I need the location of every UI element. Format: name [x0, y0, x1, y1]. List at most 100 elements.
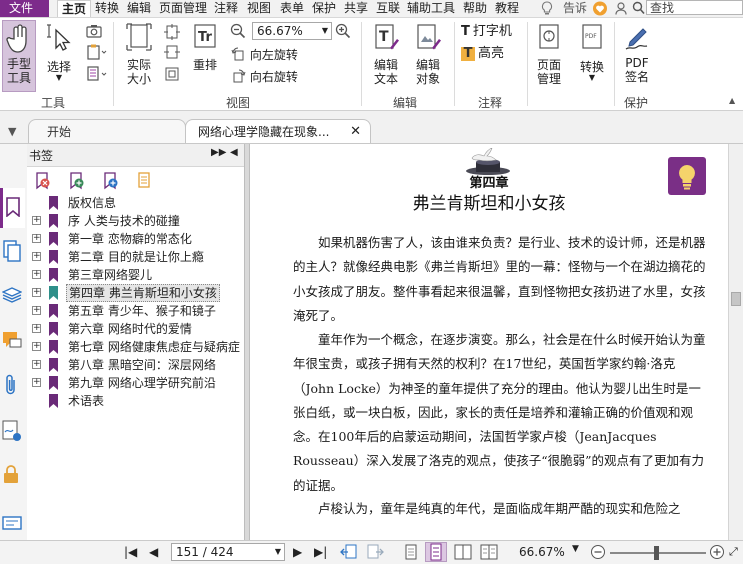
zoom-slider-handle[interactable] — [654, 546, 659, 560]
previous-page-icon[interactable]: ◀ — [149, 545, 158, 559]
highlight-button[interactable]: T 高亮 — [461, 46, 504, 61]
menu-comment[interactable]: 注释 — [214, 0, 238, 17]
menu-edit[interactable]: 编辑 — [127, 0, 151, 17]
menu-accessibility[interactable]: 辅助工具 — [407, 0, 455, 17]
rotate-left-button[interactable]: 向左旋转 — [231, 47, 298, 63]
menu-protect[interactable]: 保护 — [312, 0, 336, 17]
collapse-ribbon-icon[interactable]: ▲ — [729, 96, 735, 105]
expand-icon[interactable]: + — [32, 288, 41, 297]
expand-icon[interactable]: + — [32, 234, 41, 243]
menu-tutorial[interactable]: 教程 — [495, 0, 519, 17]
tab-document[interactable]: 网络心理学隐藏在现象... ✕ — [185, 119, 371, 143]
page-management-button[interactable]: 页面 管理 — [530, 22, 568, 92]
select-button[interactable]: 选择 ▼ — [43, 22, 75, 92]
last-page-icon[interactable]: ▶| — [314, 545, 327, 559]
expand-icon[interactable]: + — [32, 252, 41, 261]
pdf-sign-button[interactable]: PDF 签名 — [619, 22, 655, 92]
menu-convert[interactable]: 转换 — [95, 0, 119, 17]
vertical-scrollbar[interactable] — [728, 144, 743, 540]
expand-icon[interactable]: + — [32, 270, 41, 279]
menu-form[interactable]: 表单 — [280, 0, 304, 17]
zoom-slider[interactable] — [610, 546, 706, 560]
snapshot-icon[interactable] — [86, 24, 102, 41]
lock-icon[interactable] — [3, 464, 19, 487]
tell-me-label[interactable]: 告诉 — [563, 0, 587, 17]
bookmark-item-selected[interactable]: + 第四章 弗兰肯斯坦和小女孩 — [27, 284, 242, 302]
facing-view-icon[interactable] — [454, 544, 472, 563]
convert-button[interactable]: PDF 转换 ▼ — [574, 22, 610, 92]
bookmark-item[interactable]: 版权信息 — [27, 194, 242, 212]
zoom-out-icon[interactable] — [590, 544, 606, 563]
zoom-in-icon[interactable] — [709, 544, 725, 563]
menu-help[interactable]: 帮助 — [463, 0, 487, 17]
zoom-in-icon[interactable] — [335, 23, 351, 42]
zoom-select[interactable]: 66.67% ▼ — [252, 22, 332, 40]
bookmarks-panel-button[interactable] — [0, 188, 25, 228]
chevron-down-icon[interactable]: ▼ — [572, 544, 579, 554]
bookmark-options-icon[interactable] — [137, 172, 153, 193]
collapse-panel-icon[interactable]: ◀ — [230, 147, 238, 158]
expand-icon[interactable]: + — [32, 378, 41, 387]
expand-panel-icon[interactable]: ▶▶ — [211, 147, 226, 158]
attachment-icon[interactable] — [3, 374, 19, 399]
bookmark-item[interactable]: + 第七章 网络健康焦虑症与疑病症 — [27, 338, 242, 356]
rotate-right-button[interactable]: 向右旋转 — [231, 69, 298, 85]
search-input[interactable]: 查找 — [646, 0, 743, 15]
bookmark-item[interactable]: + 第五章 青少年、猴子和镜子 — [27, 302, 242, 320]
bookmark-item[interactable]: + 第三章网络婴儿 — [27, 266, 242, 284]
comments-icon[interactable] — [2, 330, 22, 353]
zoom-level-value[interactable]: 66.67% — [519, 545, 565, 559]
bookmark-item[interactable]: + 第八章 黑暗空间：深层网络 — [27, 356, 242, 374]
expand-icon[interactable]: + — [32, 324, 41, 333]
zoom-tool-icon[interactable] — [86, 66, 108, 85]
menu-file[interactable]: 文件 — [0, 0, 49, 17]
delete-bookmark-icon[interactable] — [35, 172, 51, 193]
page-thumbnails-icon[interactable] — [3, 240, 21, 265]
account-icon[interactable] — [615, 2, 627, 18]
document-page[interactable]: 第四章 弗兰肯斯坦和小女孩 如果机器伤害了人，该由谁来负责？是行业、技术的设计师… — [250, 144, 728, 540]
heart-icon[interactable] — [592, 1, 608, 19]
fit-width-icon[interactable] — [164, 44, 180, 63]
bookmark-item[interactable]: + 第六章 网络时代的爱情 — [27, 320, 242, 338]
search-icon[interactable] — [632, 1, 645, 18]
bookmark-item[interactable]: + 第九章 网络心理学研究前沿 — [27, 374, 242, 392]
smart-assistant-button[interactable] — [668, 157, 706, 195]
bookmark-item[interactable]: + 第二章 目的就是让你上瘾 — [27, 248, 242, 266]
expand-icon[interactable]: + — [32, 216, 41, 225]
bookmark-item[interactable]: + 第一章 恋物癖的常态化 — [27, 230, 242, 248]
layers-icon[interactable] — [1, 286, 23, 307]
continuous-facing-view-icon[interactable] — [480, 544, 498, 563]
zoom-out-icon[interactable] — [230, 23, 246, 42]
page-number-field[interactable]: 151 / 424 ▼ — [171, 543, 285, 561]
continuous-view-button[interactable] — [425, 542, 447, 562]
next-page-icon[interactable]: ▶ — [293, 545, 302, 559]
add-child-bookmark-icon[interactable] — [103, 172, 119, 193]
clipboard-icon[interactable] — [86, 44, 108, 63]
actual-size-button[interactable]: 实际 大小 — [121, 22, 157, 92]
expand-icon[interactable]: + — [32, 342, 41, 351]
close-icon[interactable]: ✕ — [350, 120, 361, 143]
next-view-icon[interactable] — [366, 544, 384, 563]
reflow-button[interactable]: Tr 重排 — [189, 22, 221, 92]
expand-icon[interactable]: + — [32, 306, 41, 315]
typewriter-button[interactable]: T 打字机 — [461, 24, 512, 39]
edit-text-button[interactable]: T 编辑 文本 — [368, 22, 404, 92]
fit-visible-icon[interactable] — [164, 66, 180, 85]
lightbulb-icon[interactable] — [541, 1, 553, 19]
menu-share[interactable]: 共享 — [344, 0, 368, 17]
first-page-icon[interactable]: |◀ — [124, 545, 137, 559]
menu-home[interactable]: 主页 — [57, 0, 91, 17]
scrollbar-thumb[interactable] — [731, 292, 741, 306]
menu-view[interactable]: 视图 — [247, 0, 271, 17]
tab-list-icon[interactable]: ▼ — [8, 125, 16, 138]
single-page-view-icon[interactable] — [404, 544, 418, 563]
edit-object-button[interactable]: 编辑 对象 — [408, 22, 448, 92]
menu-page-management[interactable]: 页面管理 — [159, 0, 207, 17]
menu-connect[interactable]: 互联 — [376, 0, 400, 17]
content-panel-icon[interactable] — [2, 516, 22, 533]
expand-icon[interactable]: + — [32, 360, 41, 369]
previous-view-icon[interactable] — [340, 544, 358, 563]
signature-panel-icon[interactable] — [2, 420, 22, 445]
add-bookmark-icon[interactable] — [69, 172, 85, 193]
tab-start[interactable]: 开始 — [28, 119, 186, 143]
